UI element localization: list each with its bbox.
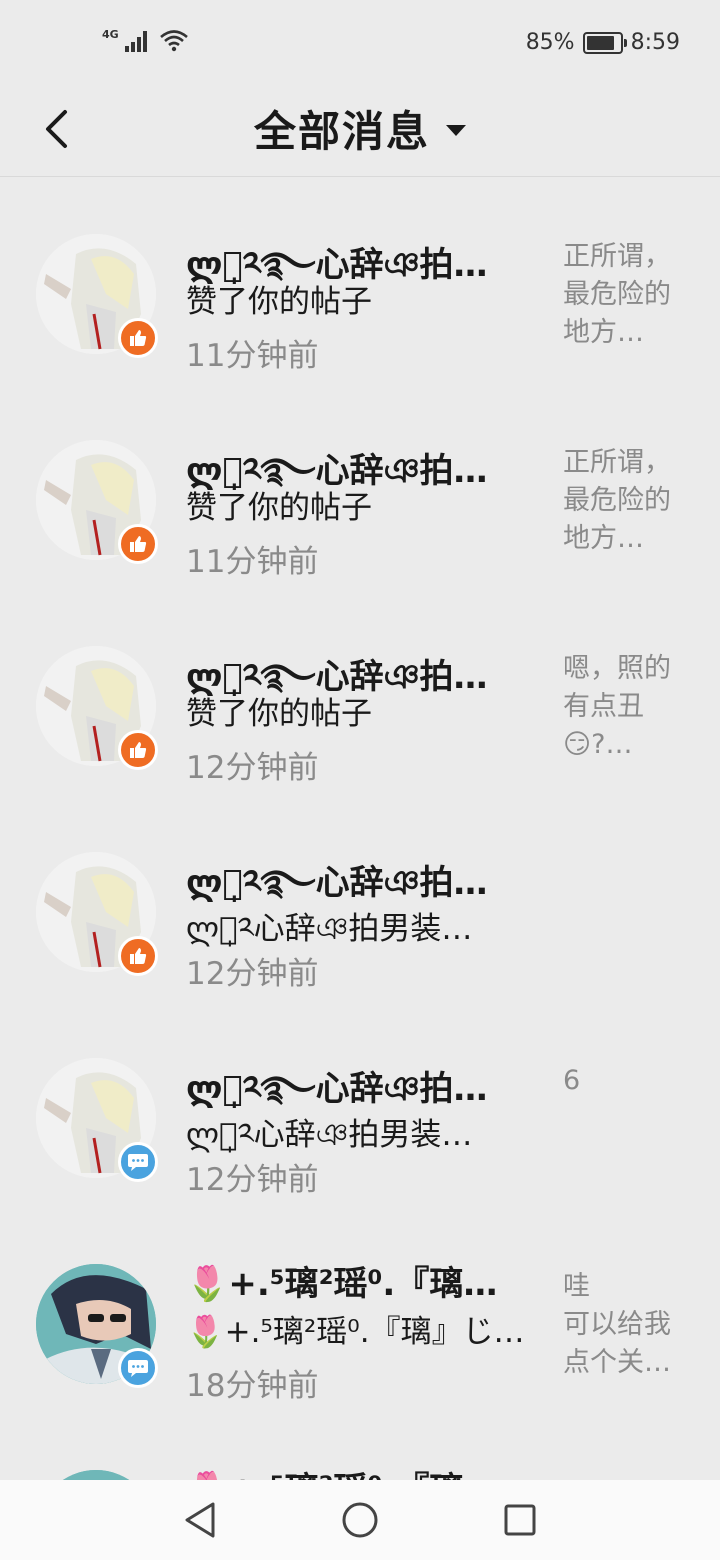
- message-time: 11分钟前: [186, 338, 319, 374]
- message-list[interactable]: ლི̩༢࿐心辞ঞ拍… 赞了你的帖子 11分钟前 正所谓， 最危险的 地方… ლི…: [0, 178, 720, 1480]
- nav-recents-button[interactable]: [490, 1490, 550, 1550]
- thumbs-up-icon: [130, 536, 147, 552]
- caret-down-icon: [446, 125, 466, 136]
- post-preview[interactable]: 正所谓， 最危险的 地方…: [563, 444, 689, 558]
- avatar-image: [36, 1470, 156, 1480]
- thumbs-up-icon: [130, 330, 147, 346]
- status-right: 85% 8:59: [526, 30, 680, 55]
- sender-name: 🌷+.⁵璃²瑶⁰.『璃: [186, 1462, 516, 1480]
- signal-icon: [124, 30, 147, 52]
- post-preview[interactable]: 正所谓， 最危险的 地方…: [563, 238, 689, 352]
- post-preview[interactable]: 6: [563, 1062, 689, 1100]
- thumbs-up-icon: [130, 742, 147, 758]
- message-time: 18分钟前: [186, 1368, 319, 1404]
- status-left: 4G: [102, 28, 189, 52]
- battery-percent: 85%: [525, 30, 575, 55]
- app-header: 全部消息: [0, 84, 720, 177]
- message-item[interactable]: ლི̩༢࿐心辞ঞ拍… 赞了你的帖子 11分钟前 正所谓， 最危险的 地方…: [0, 384, 720, 590]
- message-item[interactable]: ლི̩༢࿐心辞ঞ拍… 赞了你的帖子 11分钟前 正所谓， 最危险的 地方…: [0, 178, 720, 384]
- square-recents-icon: [504, 1504, 536, 1536]
- message-item[interactable]: 🌷+.⁵璃²瑶⁰.『璃: [0, 1414, 720, 1480]
- message-action: 赞了你的帖子: [186, 696, 372, 732]
- status-bar: 4G 85% 8:59: [0, 0, 720, 84]
- message-time: 12分钟前: [186, 1162, 319, 1198]
- message-action: 🌷+.⁵璃²瑶⁰.『璃』じ…: [186, 1314, 525, 1350]
- network-type: 4G: [102, 28, 119, 41]
- post-preview[interactable]: 哇 可以给我 点个关…: [563, 1268, 689, 1382]
- page-title: 全部消息: [253, 107, 430, 156]
- avatar[interactable]: [36, 1470, 156, 1480]
- clock: 8:59: [630, 30, 680, 55]
- comment-badge: [118, 1348, 158, 1388]
- comment-icon: [128, 1154, 148, 1171]
- nav-home-button[interactable]: [330, 1490, 390, 1550]
- message-item[interactable]: ლི̩༢࿐心辞ঞ拍… 赞了你的帖子 12分钟前 嗯，照的 有点丑 😏?…: [0, 590, 720, 796]
- post-preview[interactable]: 嗯，照的 有点丑 😏?…: [563, 650, 689, 764]
- comment-icon: [128, 1360, 148, 1377]
- message-action: 赞了你的帖子: [186, 490, 372, 526]
- comment-badge: [118, 1142, 158, 1182]
- like-badge: [118, 318, 158, 358]
- thumbs-up-icon: [130, 948, 147, 964]
- nav-back-button[interactable]: [170, 1490, 230, 1550]
- message-item[interactable]: 🌷+.⁵璃²瑶⁰.『璃… 🌷+.⁵璃²瑶⁰.『璃』じ… 18分钟前 哇 可以给我…: [0, 1208, 720, 1414]
- title-dropdown[interactable]: 全部消息: [0, 98, 720, 159]
- like-badge: [118, 524, 158, 564]
- system-nav-bar: [0, 1480, 720, 1560]
- triangle-back-icon: [185, 1502, 215, 1538]
- message-time: 12分钟前: [186, 956, 319, 992]
- circle-home-icon: [342, 1502, 378, 1538]
- battery-icon: [582, 31, 627, 54]
- message-time: 11分钟前: [186, 544, 319, 580]
- sender-name: 🌷+.⁵璃²瑶⁰.『璃…: [186, 1264, 498, 1304]
- wifi-icon: [159, 30, 188, 52]
- message-action: 赞了你的帖子: [186, 284, 372, 320]
- message-item[interactable]: ლི̩༢࿐心辞ঞ拍… ლི̩༢心辞ঞ拍男装… 12分钟前: [0, 796, 720, 1002]
- message-time: 12分钟前: [186, 750, 319, 786]
- message-item[interactable]: ლི̩༢࿐心辞ঞ拍… ლི̩༢心辞ঞ拍男装… 12分钟前 6: [0, 1002, 720, 1208]
- like-badge: [118, 730, 158, 770]
- like-badge: [118, 936, 158, 976]
- battery-fill: [586, 35, 614, 50]
